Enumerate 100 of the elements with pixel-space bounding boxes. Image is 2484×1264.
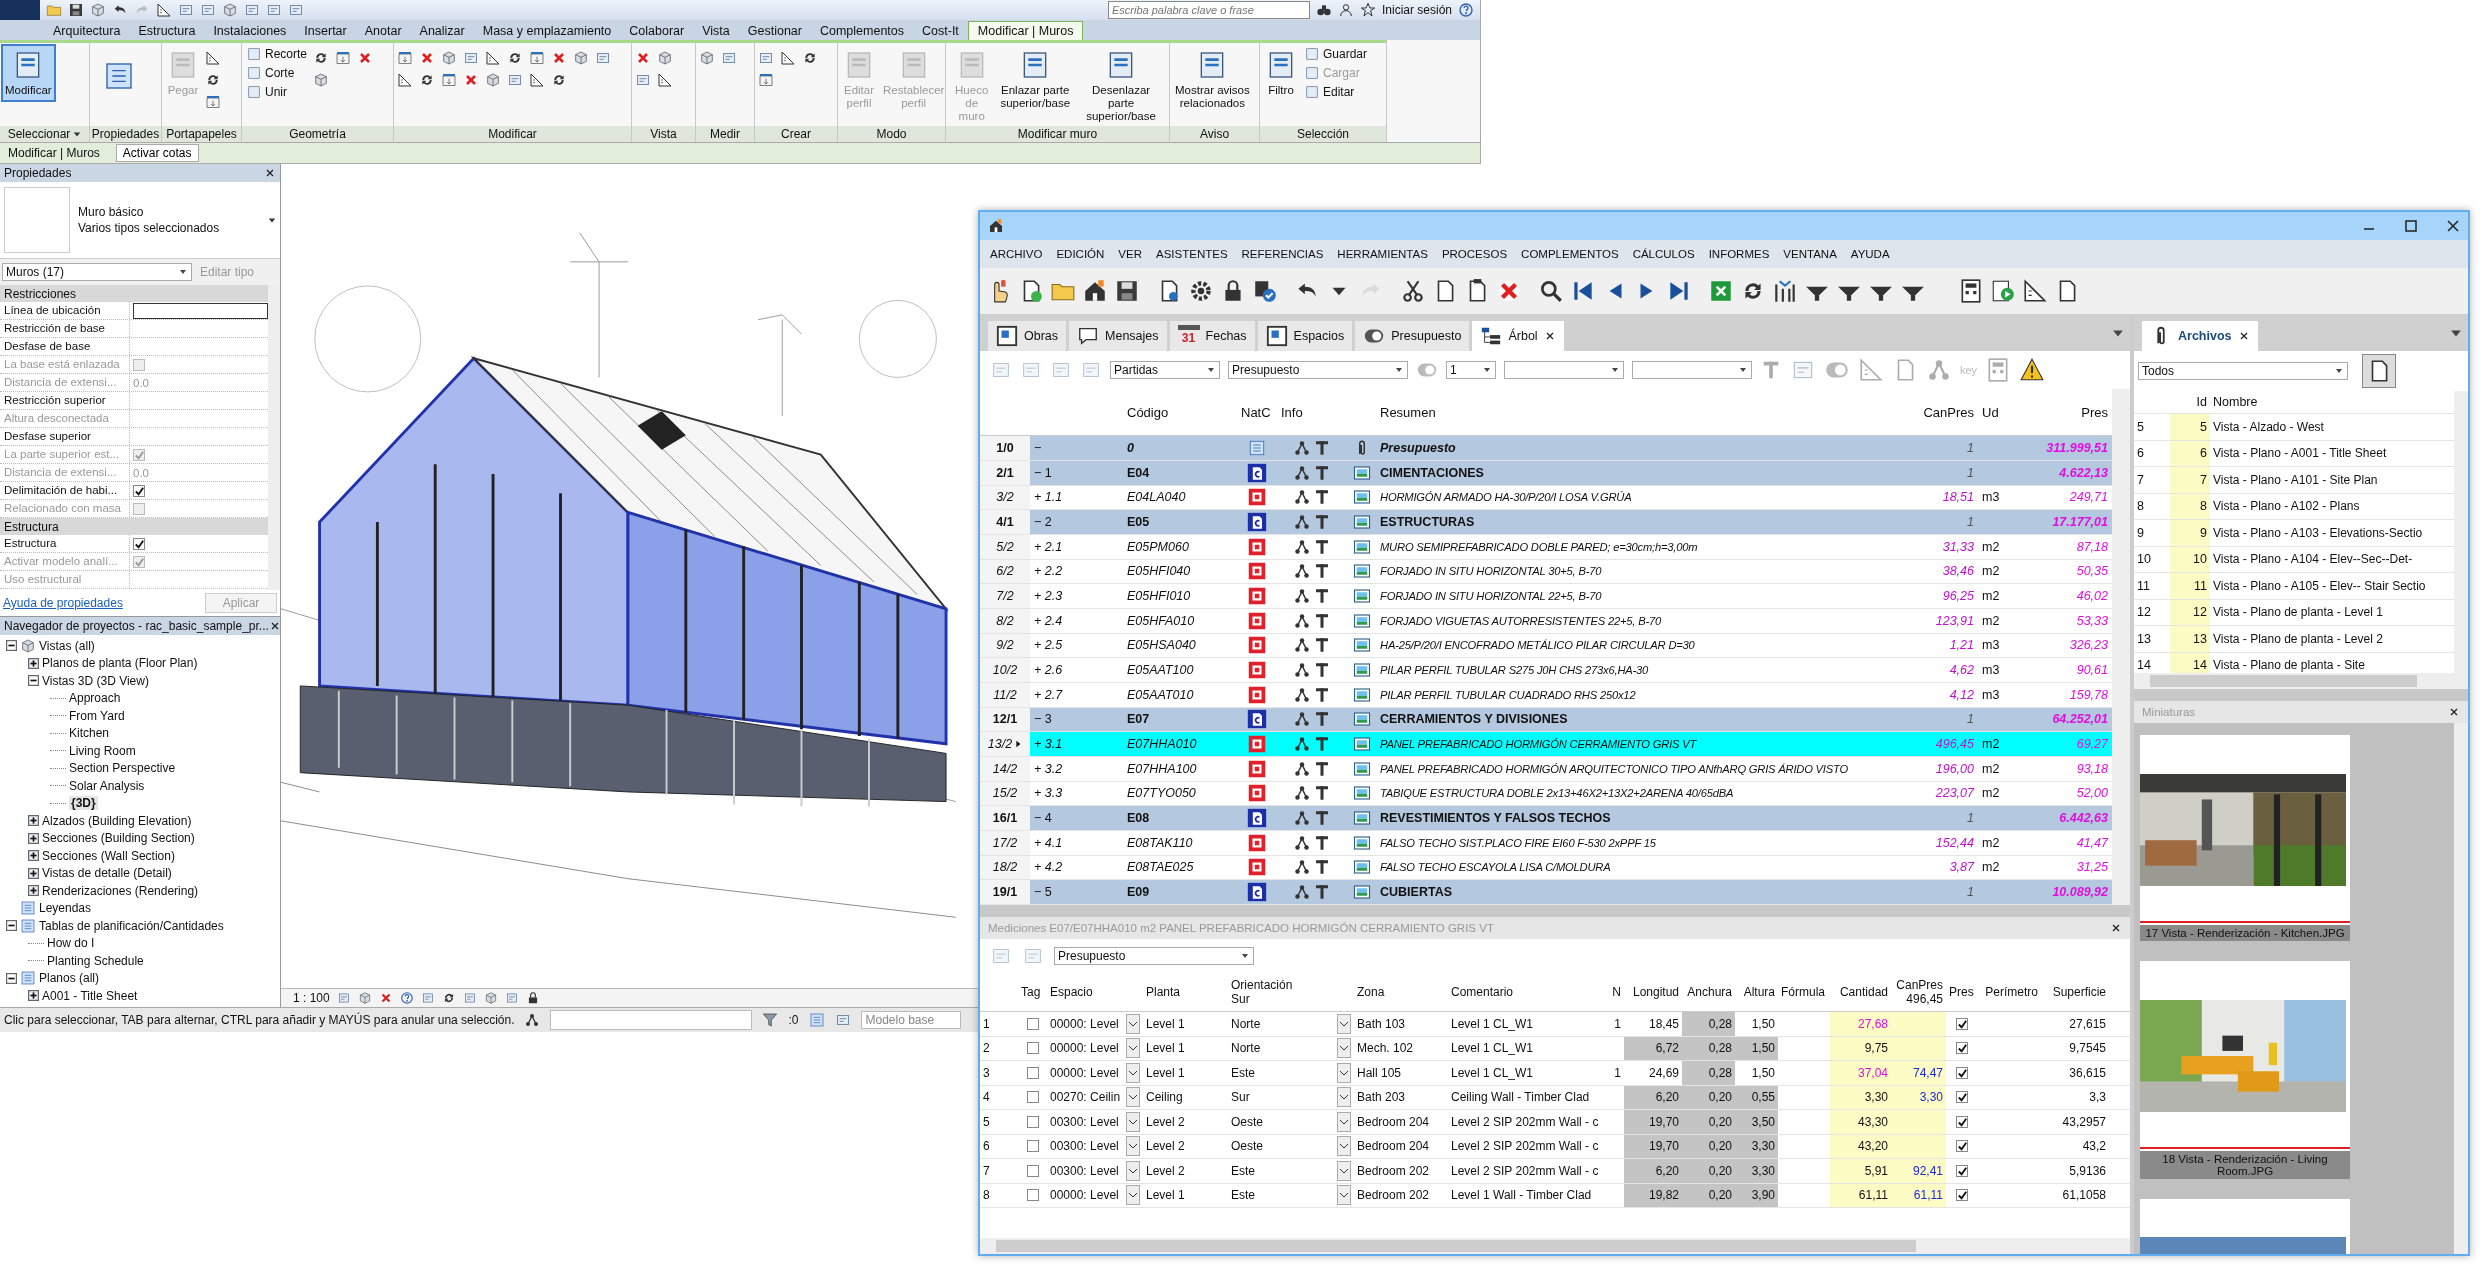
checkbox[interactable] [1955,1066,1968,1079]
dropdown-icon[interactable] [1126,1062,1140,1083]
tab[interactable]: Obras [988,321,1067,351]
ribbon-tab[interactable]: Vista [693,22,739,40]
expand-icon[interactable] [28,832,39,844]
checkbox[interactable] [1955,1017,1968,1030]
ruler-icon[interactable] [485,50,501,66]
item-icon[interactable] [1248,784,1266,803]
tree-icon[interactable] [1293,562,1311,581]
column-header[interactable]: N [1605,984,1624,1000]
item-icon[interactable] [1248,858,1266,877]
table-row[interactable]: 1/0 − 0 Presupuesto 1 311.999,51 [980,436,2112,461]
box-icon[interactable] [996,325,1018,347]
tab[interactable]: Árbol [1472,321,1564,351]
text-icon[interactable] [1313,784,1331,803]
search-field[interactable]: Escriba palabra clave o frase [1107,1,1310,19]
item-icon[interactable] [1248,759,1266,778]
image-icon[interactable] [1352,883,1371,902]
tree-icon[interactable] [1293,439,1311,458]
level-dropdown[interactable]: 1 [1446,361,1496,379]
column-header[interactable]: Id [2170,391,2210,413]
cube-icon[interactable] [313,72,330,88]
table-row[interactable]: 14/2 + 3.2 E07HHA100 PANEL PREFABRICADO HORMIGÓN ARQUITECTONICO TIPO ANfhARQ GRIS ÁRIDO VISTO 196,00 m2 93,18 [980,756,2112,782]
app-icon[interactable] [988,218,1004,234]
column-header[interactable]: Info [1277,404,1347,420]
checkbox[interactable] [1955,1189,1968,1202]
expand-icon[interactable] [28,885,39,897]
collapse-icon[interactable] [6,920,17,932]
tool-icon[interactable] [462,991,477,1005]
dropdown-icon[interactable] [1337,1062,1351,1083]
caret-icon[interactable] [73,130,82,138]
checkbox[interactable] [1955,1164,1968,1177]
checkbox[interactable] [133,484,145,497]
outline-number[interactable]: + 2.2 [1030,564,1123,579]
item-icon[interactable] [1248,661,1266,680]
scope-dropdown[interactable]: Presupuesto [1054,947,1254,965]
checkbox[interactable] [1026,1066,1039,1079]
tool-icon[interactable] [397,50,413,66]
column-header[interactable]: Perímetro [1977,984,2041,1000]
search-icon[interactable] [1538,278,1564,304]
activate-dimensions-button[interactable]: Activar cotas [115,144,199,162]
tree-item[interactable]: Secciones (Building Section) [42,831,195,846]
delete-icon[interactable] [1496,278,1522,304]
columns-icon[interactable] [1772,278,1798,304]
group-header[interactable]: Estructura [0,518,268,535]
scale-label[interactable]: 1 : 100 [293,991,330,1005]
tool-icon[interactable] [595,50,611,66]
ribbon-tab[interactable]: Gestionar [738,22,811,40]
views-icon[interactable] [20,637,36,654]
table-row[interactable]: 11/2 + 2.7 E05AAT010 PILAR PERFIL TUBULAR CUADRADO RHS 250x12 4,12 m3 159,78 [980,682,2112,708]
checkbox[interactable] [133,537,145,550]
tree-icon[interactable] [1293,735,1311,754]
table-row[interactable]: 19/1 − 5 E09 CUBIERTAS 1 10.089,92 [980,880,2112,905]
tree-icon[interactable] [1293,759,1311,778]
column-header[interactable]: Nombre [2210,391,2454,413]
item-icon[interactable] [1248,833,1266,852]
tree-item[interactable]: Tablas de planificación/Cantidades [39,918,224,933]
ribbon-button[interactable]: Mostrar avisos relacionados [1173,46,1252,114]
tool-icon[interactable] [635,72,651,88]
text-icon[interactable] [1313,537,1331,556]
dropdown-icon[interactable] [1337,1038,1351,1059]
expand-icon[interactable] [28,657,39,669]
ribbon-button[interactable]: Editar [1303,84,1370,100]
outline-number[interactable]: + 3.1 [1030,737,1123,752]
close-icon[interactable] [2110,922,2122,934]
help-icon[interactable] [399,991,414,1005]
outline-number[interactable]: − 2 [1030,515,1123,530]
text-icon[interactable] [1313,439,1331,458]
checkbox[interactable] [1026,1140,1039,1153]
outline-number[interactable]: − 5 [1030,885,1123,900]
image-icon[interactable] [1352,661,1371,680]
scope-dropdown[interactable]: Presupuesto [1228,361,1408,379]
item-icon[interactable] [1248,587,1266,606]
maximize-icon[interactable] [2404,219,2418,233]
grid-icon[interactable] [1265,325,1288,347]
dropdown-icon[interactable] [1126,1038,1140,1059]
text-icon[interactable] [1313,759,1331,778]
tree-icon[interactable] [1293,883,1311,902]
menu-item[interactable]: COMPLEMENTOS [1521,248,1619,260]
tab[interactable]: Espacios [1257,321,1353,351]
cube-icon[interactable] [90,2,106,18]
table-row[interactable]: 7/2 + 2.3 E05HFI010 FORJADO IN SITU HORIZONTAL 22+5, B-70 96,25 m2 46,02 [980,584,2112,609]
tool-icon[interactable] [721,50,737,66]
horizontal-scrollbar[interactable] [980,1238,2130,1254]
column-header[interactable]: Orientación Sur [1228,977,1354,1007]
help-link[interactable]: Ayuda de propiedades [3,596,123,610]
tool-icon[interactable] [335,50,352,66]
delete-icon[interactable] [378,991,393,1005]
tab[interactable]: Presupuesto [1355,321,1470,351]
chat-icon[interactable] [1077,325,1100,347]
tool-icon[interactable] [266,2,282,18]
dropdown-icon[interactable] [1337,1087,1351,1108]
item-icon[interactable] [1248,611,1266,630]
text-icon[interactable] [1313,710,1331,729]
menu-item[interactable]: VENTANA [1783,248,1837,260]
tab[interactable]: 31 Fechas [1169,321,1255,351]
dropdown-icon[interactable] [1337,1013,1351,1034]
close-icon[interactable] [2446,219,2460,233]
checkbox[interactable] [1026,1115,1039,1128]
tree-item[interactable]: Section Perspective [69,761,176,776]
